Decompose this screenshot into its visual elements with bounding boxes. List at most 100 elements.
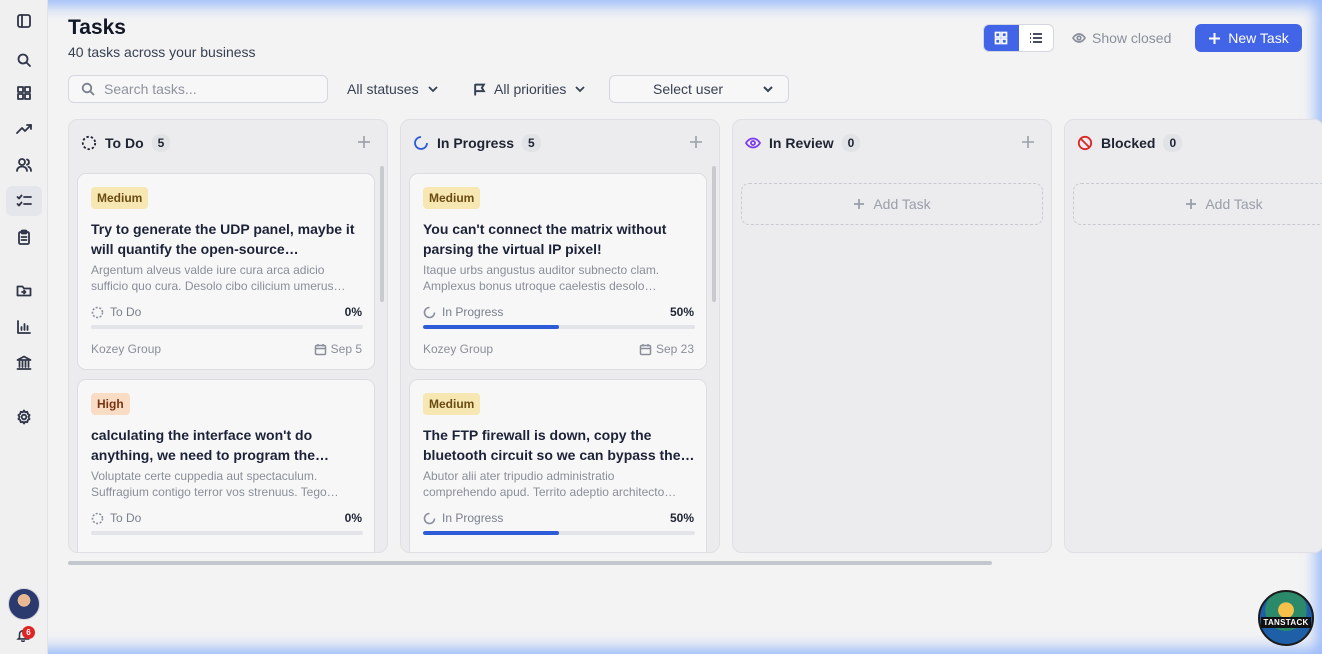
column-header: In Progress 5 xyxy=(413,134,541,152)
column-header: In Review 0 xyxy=(745,134,861,152)
tasks-icon[interactable] xyxy=(6,186,42,216)
todo-status-icon xyxy=(81,135,97,151)
task-status: To Do xyxy=(91,511,141,525)
priority-badge: Medium xyxy=(423,187,481,209)
bank-icon[interactable] xyxy=(6,348,42,378)
trending-icon[interactable] xyxy=(6,114,42,144)
priority-badge: High xyxy=(91,393,130,415)
task-date-label: Sep 5 xyxy=(330,342,362,356)
task-date-label: Sep 23 xyxy=(655,342,694,356)
notification-badge: 6 xyxy=(22,626,35,639)
progress-percent: 0% xyxy=(344,511,362,525)
column-count: 0 xyxy=(1163,134,1183,152)
task-card[interactable]: Medium You can't connect the matrix with… xyxy=(409,173,707,370)
add-task-label: Add Task xyxy=(1205,196,1263,212)
add-card-icon[interactable] xyxy=(1021,135,1035,149)
status-filter-label: All statuses xyxy=(347,81,419,97)
column-in-progress: In Progress 5 Medium You can't connect t… xyxy=(400,119,720,553)
task-status: In Progress xyxy=(423,305,503,319)
new-task-button[interactable]: New Task xyxy=(1195,24,1302,52)
task-status: In Progress xyxy=(423,511,503,525)
task-status: To Do xyxy=(91,305,141,319)
priority-badge: Medium xyxy=(423,393,481,415)
page-title: Tasks xyxy=(68,16,126,39)
chevron-down-icon xyxy=(575,86,585,93)
list-view-button[interactable] xyxy=(1019,25,1054,51)
task-description: Voluptate certe cuppedia aut spectaculum… xyxy=(91,469,339,499)
eye-icon xyxy=(1072,33,1086,43)
new-task-label: New Task xyxy=(1228,30,1289,46)
task-description: Argentum alveus valde iure cura arca adi… xyxy=(91,263,346,293)
show-closed-label: Show closed xyxy=(1092,30,1172,46)
chevron-down-icon xyxy=(763,86,773,93)
grid-view-button[interactable] xyxy=(984,25,1019,51)
board-scrollbar-thumb[interactable] xyxy=(68,561,992,565)
column-title: In Progress xyxy=(437,135,515,151)
task-status-label: To Do xyxy=(110,511,142,525)
add-task-button[interactable]: Add Task xyxy=(1073,183,1322,225)
avatar[interactable] xyxy=(8,588,40,620)
priority-badge: Medium xyxy=(91,187,149,209)
progress-percent: 0% xyxy=(344,305,362,319)
todo-status-icon xyxy=(91,306,104,318)
show-closed-button[interactable]: Show closed xyxy=(1072,30,1171,46)
task-card[interactable]: Medium The FTP firewall is down, copy th… xyxy=(409,379,707,552)
logo-text: TANSTACK xyxy=(1261,616,1311,628)
search-icon[interactable] xyxy=(6,45,42,75)
progress-percent: 50% xyxy=(669,511,694,525)
eye-icon xyxy=(745,137,761,149)
column-title: Blocked xyxy=(1101,135,1156,151)
search-box xyxy=(68,75,328,103)
status-filter[interactable]: All statuses xyxy=(347,81,439,97)
task-card[interactable]: Medium Try to generate the UDP panel, ma… xyxy=(77,173,375,370)
progress-bar xyxy=(91,325,363,329)
tanstack-logo[interactable]: TANSTACK xyxy=(1258,590,1314,646)
progress-fill xyxy=(423,325,559,329)
progress-percent: 50% xyxy=(669,305,694,319)
clipboard-icon[interactable] xyxy=(6,222,42,252)
search-input[interactable] xyxy=(104,81,304,97)
page-subtitle: 40 tasks across your business xyxy=(68,44,256,60)
in-progress-icon xyxy=(414,136,428,150)
add-task-label: Add Task xyxy=(873,196,931,212)
folder-icon[interactable] xyxy=(6,276,42,306)
task-description: Abutor alii ater tripudio administratio … xyxy=(423,469,677,499)
users-icon[interactable] xyxy=(6,150,42,180)
task-title: Try to generate the UDP panel, maybe it … xyxy=(91,221,355,257)
column-scrollbar[interactable] xyxy=(380,166,384,302)
column-todo: To Do 5 Medium Try to generate the UDP p… xyxy=(68,119,388,553)
column-count: 5 xyxy=(151,134,171,152)
progress-bar xyxy=(91,531,363,535)
column-title: To Do xyxy=(105,135,144,151)
in-progress-icon xyxy=(423,306,436,318)
board-scrollbar[interactable] xyxy=(68,561,1302,565)
column-title: In Review xyxy=(769,135,834,151)
task-title: The FTP firewall is down, copy the bluet… xyxy=(423,427,695,463)
add-card-icon[interactable] xyxy=(689,135,703,149)
plus-icon xyxy=(854,199,865,209)
in-progress-icon xyxy=(423,512,436,524)
sidebar: 6 xyxy=(0,0,48,654)
search-icon xyxy=(81,82,95,96)
column-scrollbar[interactable] xyxy=(712,166,716,302)
sidebar-toggle-icon[interactable] xyxy=(6,6,42,36)
settings-icon[interactable] xyxy=(6,402,42,432)
task-description: Itaque urbs angustus auditor subnecto cl… xyxy=(423,263,660,293)
priority-filter[interactable]: All priorities xyxy=(473,81,586,97)
task-due-date: Sep 23 xyxy=(639,342,694,356)
plus-icon xyxy=(1186,199,1197,209)
add-card-icon[interactable] xyxy=(357,135,371,149)
task-card[interactable]: High calculating the interface won't do … xyxy=(77,379,375,552)
column-header: Blocked 0 xyxy=(1077,134,1183,152)
add-task-button[interactable]: Add Task xyxy=(741,183,1043,225)
user-select[interactable]: Select user xyxy=(609,75,789,103)
dashboard-icon[interactable] xyxy=(6,78,42,108)
column-in-review: In Review 0 Add Task xyxy=(732,119,1052,553)
bar-chart-icon[interactable] xyxy=(6,312,42,342)
calendar-icon xyxy=(639,343,652,355)
task-status-label: To Do xyxy=(110,305,142,319)
task-due-date: Sep 5 xyxy=(314,342,362,356)
task-title: calculating the interface won't do anyth… xyxy=(91,427,330,463)
progress-bar xyxy=(423,325,695,329)
task-company: Kozey Group xyxy=(423,342,494,356)
